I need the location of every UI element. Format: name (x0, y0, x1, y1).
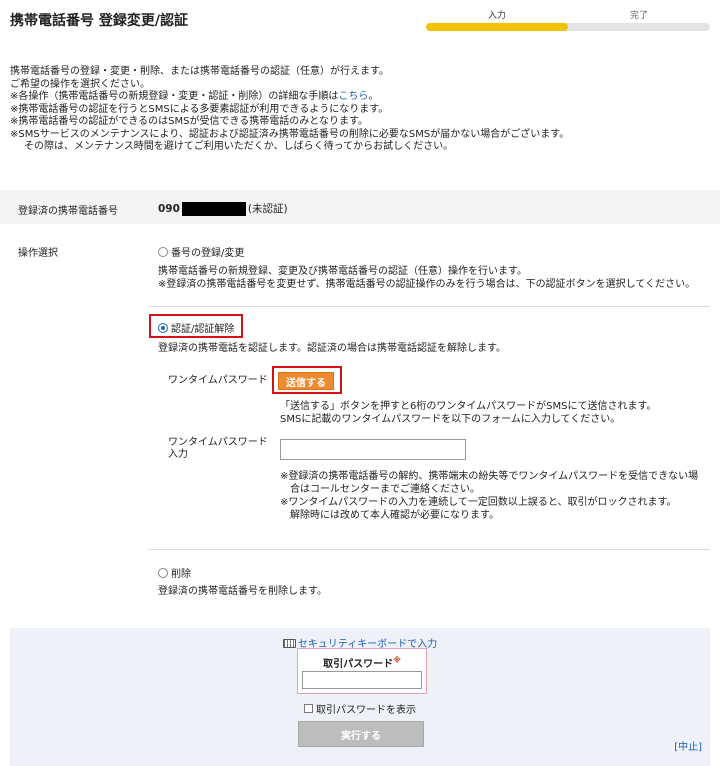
otp-input-label: ワンタイムパスワード 入力 (168, 437, 268, 461)
radio-auth-unauth[interactable]: 認証/認証解除 (158, 320, 234, 335)
auth-description: 登録済の携帯電話を認証します。認証済の場合は携帯電話認証を解除します。 (158, 343, 506, 354)
note-line: 「送信する」ボタンを押すと6桁のワンタイムパスワードがSMSにて送信されます。 (280, 401, 657, 412)
show-password-checkbox[interactable] (304, 704, 313, 713)
description-line: 携帯電話番号の新規登録、変更及び携帯電話番号の認証（任意）操作を行います。 (158, 266, 527, 277)
intro-line: ※SMSサービスのメンテナンスにより、認証および認証済み携帯電話番号の削除に必要… (10, 128, 570, 140)
show-password-label: 取引パスワードを表示 (316, 705, 416, 716)
divider (148, 306, 710, 307)
intro-line: ※携帯電話番号の認証を行うとSMSによる多要素認証が利用できるようになります。 (10, 103, 389, 115)
otp-input[interactable] (280, 439, 466, 460)
progress-indicator: 入力 完了 (426, 8, 710, 31)
radio-label: 削除 (171, 569, 191, 580)
description-line: ※登録済の携帯電話番号を変更せず、携帯電話番号の認証操作のみを行う場合は、下の認… (158, 279, 696, 290)
otp-input-label-line: ワンタイムパスワード (168, 437, 268, 448)
auth-status: (未認証) (247, 203, 288, 215)
note-line: ※登録済の携帯電話番号の解約、携帯端末の紛失等でワンタイムパスワードを受信できな… (280, 471, 699, 482)
registered-number-value: 090 (未認証) (158, 201, 288, 216)
progress-bar-fill (426, 23, 568, 31)
show-password-option[interactable]: 取引パスワードを表示 (10, 701, 710, 716)
password-box: 取引パスワード※ (297, 648, 427, 694)
password-panel: セキュリティキーボードで入力 取引パスワード※ 取引パスワードを表示 実行する … (10, 628, 710, 766)
radio-label: 番号の登録/変更 (171, 248, 245, 259)
keyboard-icon (282, 639, 296, 648)
radio-button[interactable] (158, 567, 168, 578)
intro-line: その際は、メンテナンス時間を避けてご利用いただくか、しばらく待ってからお試しくだ… (24, 141, 454, 152)
redacted-number (181, 201, 246, 216)
required-mark: ※ (393, 655, 401, 665)
cancel-link[interactable]: [中止] (674, 738, 702, 753)
note-line: 合はコールセンターまでご連絡ください。 (290, 484, 480, 495)
intro-line-text: ※各操作（携帯電話番号の新規登録・変更・認証・削除）の詳細な手順は (10, 91, 339, 102)
registered-number-label: 登録済の携帯電話番号 (18, 206, 118, 217)
radio-label: 認証/認証解除 (171, 324, 235, 335)
intro-line: ご希望の操作を選択ください。 (10, 78, 150, 90)
intro-line: ※携帯電話番号の認証ができるのはSMSが受信できる携帯電話のみとなります。 (10, 116, 369, 127)
registered-number-row: 登録済の携帯電話番号 090 (未認証) (0, 190, 720, 224)
note-line: SMSに記載のワンタイムパスワードを以下のフォームに入力してください。 (280, 414, 621, 425)
radio-button-selected[interactable] (158, 322, 168, 333)
radio-button[interactable] (158, 246, 168, 257)
password-label-text: 取引パスワード (323, 659, 394, 670)
otp-input-label-line: 入力 (168, 449, 188, 460)
intro-line: 携帯電話番号の登録・変更・削除、または携帯電話番号の認証（任意）が行えます。 (10, 66, 389, 77)
delete-description: 登録済の携帯電話番号を削除します。 (158, 586, 327, 597)
otp-notes: ※登録済の携帯電話番号の解約、携帯端末の紛失等でワンタイムパスワードを受信できな… (280, 470, 698, 522)
execute-button[interactable]: 実行する (298, 721, 424, 747)
note-line: ※ワンタイムパスワードの入力を連続して一定回数以上誤ると、取引がロックされます。 (280, 497, 677, 508)
progress-step-complete: 完了 (629, 11, 648, 21)
send-otp-button[interactable]: 送信する (278, 372, 334, 390)
progress-step-input: 入力 (487, 11, 506, 21)
phone-prefix: 090 (158, 202, 180, 215)
send-note: 「送信する」ボタンを押すと6桁のワンタイムパスワードがSMSにて送信されます。 … (280, 400, 657, 426)
progress-bar (426, 23, 710, 31)
register-change-description: 携帯電話番号の新規登録、変更及び携帯電話番号の認証（任意）操作を行います。 ※登… (158, 265, 695, 291)
intro-line-suffix: 。 (368, 91, 379, 102)
page-title: 携帯電話番号 登録変更/認証 (10, 13, 188, 29)
note-line: 解除時には改めて本人確認が必要になります。 (290, 510, 499, 521)
radio-register-change[interactable]: 番号の登録/変更 (158, 244, 244, 259)
otp-label: ワンタイムパスワード (168, 375, 268, 386)
intro-text: 携帯電話番号の登録・変更・削除、または携帯電話番号の認証（任意）が行えます。 ご… (10, 66, 710, 154)
password-label: 取引パスワード※ (298, 655, 426, 670)
divider (148, 549, 710, 550)
procedure-link[interactable]: こちら (338, 91, 368, 102)
radio-delete[interactable]: 削除 (158, 565, 191, 580)
password-input[interactable] (302, 671, 422, 689)
operation-select-label: 操作選択 (18, 248, 58, 259)
intro-line: ※各操作（携帯電話番号の新規登録・変更・認証・削除）の詳細な手順はこちら。 (10, 91, 710, 104)
